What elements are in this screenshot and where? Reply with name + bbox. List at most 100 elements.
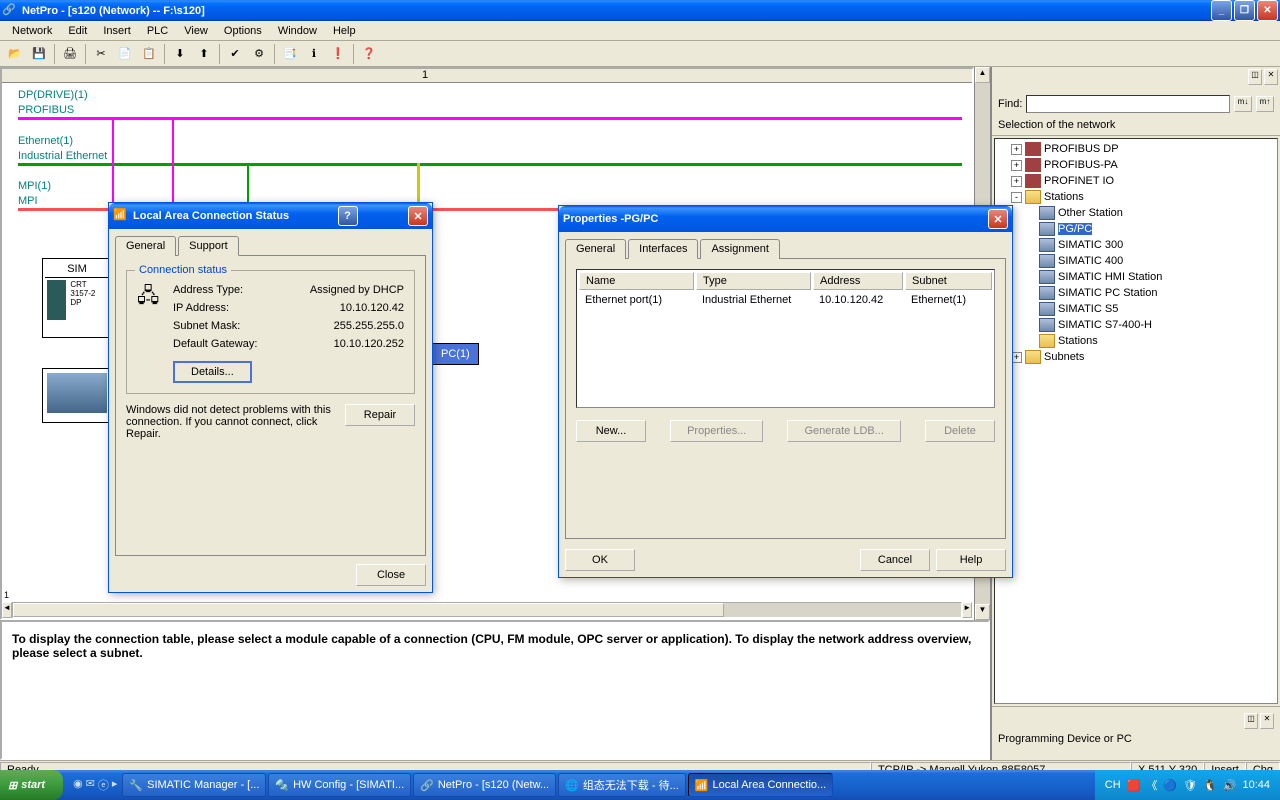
check-icon[interactable]: ✔ [224, 43, 246, 65]
tree-item[interactable]: SIMATIC S5 [997, 301, 1275, 317]
desc-close-icon[interactable]: ✕ [1260, 713, 1274, 729]
open-icon[interactable]: 📂 [4, 43, 26, 65]
tree-item[interactable]: +Subnets [997, 349, 1275, 365]
tray-icon[interactable]: 🐧 [1203, 779, 1217, 792]
compile-icon[interactable]: ⚙ [248, 43, 270, 65]
quicklaunch-icon[interactable]: ⓔ [98, 777, 109, 793]
eth-label: Ethernet(1)Industrial Ethernet [18, 133, 107, 163]
menu-view[interactable]: View [176, 23, 216, 39]
net-icon [1025, 158, 1041, 172]
upload-icon[interactable]: ⬆ [193, 43, 215, 65]
tray-icon[interactable]: 🔵 [1163, 779, 1177, 792]
station-pc[interactable] [42, 368, 112, 423]
new-button[interactable]: New... [576, 420, 646, 442]
task-browser[interactable]: 🌐组态无法下载 - 待... [558, 773, 686, 797]
repair-button[interactable]: Repair [345, 404, 415, 426]
repair-text: Windows did not detect problems with thi… [126, 404, 335, 440]
catalog-tree[interactable]: +PROFIBUS DP+PROFIBUS-PA+PROFINET IO-Sta… [994, 138, 1278, 704]
tray-icon[interactable]: 🟥 [1127, 779, 1141, 792]
task-connection[interactable]: 📶Local Area Connectio... [688, 773, 833, 797]
find-down-icon[interactable]: m↓ [1234, 96, 1252, 112]
station-simatic[interactable]: SIM CRT 3157-2 DP [42, 258, 112, 338]
cut-icon[interactable]: ✂ [90, 43, 112, 65]
info-icon[interactable]: ℹ [303, 43, 325, 65]
tray-icon[interactable]: 🛡 [1183, 779, 1197, 792]
tray-icon[interactable]: 🔊 [1223, 779, 1237, 792]
close-button-dlg[interactable]: Close [356, 564, 426, 586]
table-row[interactable]: Ethernet port(1) Industrial Ethernet 10.… [579, 292, 992, 308]
panel-dock-icon[interactable]: ◫ [1248, 69, 1262, 85]
menu-insert[interactable]: Insert [95, 23, 139, 39]
cancel-button[interactable]: Cancel [860, 549, 930, 571]
close-button[interactable]: ✕ [1257, 0, 1278, 21]
v-marker: 1 [4, 590, 9, 600]
dev-icon [1039, 222, 1055, 236]
h-scrollbar[interactable]: ◄► [2, 602, 972, 618]
catalog-panel: ◫ ✕ Find: m↓ m↑ Selection of the network… [990, 67, 1280, 760]
menu-window[interactable]: Window [270, 23, 325, 39]
lang-indicator[interactable]: CH [1105, 779, 1121, 791]
tree-item[interactable]: Stations [997, 333, 1275, 349]
tab-interfaces[interactable]: Interfaces [628, 239, 698, 259]
quicklaunch-icon[interactable]: ◉ [73, 777, 83, 793]
catalog-icon[interactable]: 📑 [279, 43, 301, 65]
task-hwconfig[interactable]: 🔩HW Config - [SIMATI... [268, 773, 411, 797]
ethernet-line[interactable] [18, 163, 962, 166]
panel-close-icon[interactable]: ✕ [1264, 69, 1278, 85]
download-icon[interactable]: ⬇ [169, 43, 191, 65]
delete-button[interactable]: Delete [925, 420, 995, 442]
copy-icon[interactable]: 📄 [114, 43, 136, 65]
minimize-button[interactable]: _ [1211, 0, 1232, 21]
dev-icon [1039, 318, 1055, 332]
system-tray[interactable]: CH 🟥 《 🔵 🛡 🐧 🔊 10:44 [1095, 770, 1280, 800]
tree-item[interactable]: +PROFINET IO [997, 173, 1275, 189]
menu-network[interactable]: Network [4, 23, 60, 39]
profibus-line[interactable] [18, 117, 962, 120]
dialog-help-button[interactable]: ? [338, 206, 358, 226]
ok-button[interactable]: OK [565, 549, 635, 571]
tree-item[interactable]: Other Station [997, 205, 1275, 221]
tree-item[interactable]: SIMATIC PC Station [997, 285, 1275, 301]
print-icon[interactable]: 🖨 [59, 43, 81, 65]
properties-button[interactable]: Properties... [670, 420, 763, 442]
quicklaunch-icon[interactable]: ▸ [112, 777, 118, 793]
tray-icon[interactable]: 《 [1146, 777, 1157, 793]
tab-assignment[interactable]: Assignment [700, 239, 779, 259]
save-icon[interactable]: 💾 [28, 43, 50, 65]
help-button[interactable]: Help [936, 549, 1006, 571]
menu-help[interactable]: Help [325, 23, 364, 39]
tree-item[interactable]: +PROFIBUS DP [997, 141, 1275, 157]
task-netpro[interactable]: 🔗NetPro - [s120 (Netw... [413, 773, 556, 797]
tree-item[interactable]: SIMATIC S7-400-H [997, 317, 1275, 333]
hint-panel: To display the connection table, please … [0, 620, 990, 760]
properties-close-button[interactable]: ✕ [988, 209, 1008, 229]
tab-general[interactable]: General [115, 236, 176, 256]
menu-plc[interactable]: PLC [139, 23, 176, 39]
paste-icon[interactable]: 📋 [138, 43, 160, 65]
tree-item[interactable]: SIMATIC 300 [997, 237, 1275, 253]
task-simatic-manager[interactable]: 🔧SIMATIC Manager - [... [122, 773, 266, 797]
tree-item[interactable]: -Stations [997, 189, 1275, 205]
menu-edit[interactable]: Edit [60, 23, 95, 39]
menu-options[interactable]: Options [216, 23, 270, 39]
desc-dock-icon[interactable]: ◫ [1244, 713, 1258, 729]
tab-general-prop[interactable]: General [565, 239, 626, 259]
warn-icon[interactable]: ❗ [327, 43, 349, 65]
dialog-close-button[interactable]: ✕ [408, 206, 428, 226]
tree-item[interactable]: +PROFIBUS-PA [997, 157, 1275, 173]
pc-node[interactable]: PC(1) [432, 343, 479, 365]
find-input[interactable] [1026, 95, 1230, 113]
find-up-icon[interactable]: m↑ [1256, 96, 1274, 112]
start-button[interactable]: ⊞ start [0, 770, 63, 800]
interfaces-table[interactable]: Name Type Address Subnet Ethernet port(1… [576, 269, 995, 408]
tree-item[interactable]: PG/PC [997, 221, 1275, 237]
quicklaunch-icon[interactable]: ✉ [86, 777, 95, 793]
tree-item[interactable]: SIMATIC 400 [997, 253, 1275, 269]
tab-support[interactable]: Support [178, 236, 239, 256]
maximize-button[interactable]: ❐ [1234, 0, 1255, 21]
clock[interactable]: 10:44 [1242, 779, 1270, 791]
tree-item[interactable]: SIMATIC HMI Station [997, 269, 1275, 285]
details-button[interactable]: Details... [173, 361, 252, 383]
whatsthis-icon[interactable]: ❓ [358, 43, 380, 65]
generate-ldb-button[interactable]: Generate LDB... [787, 420, 901, 442]
